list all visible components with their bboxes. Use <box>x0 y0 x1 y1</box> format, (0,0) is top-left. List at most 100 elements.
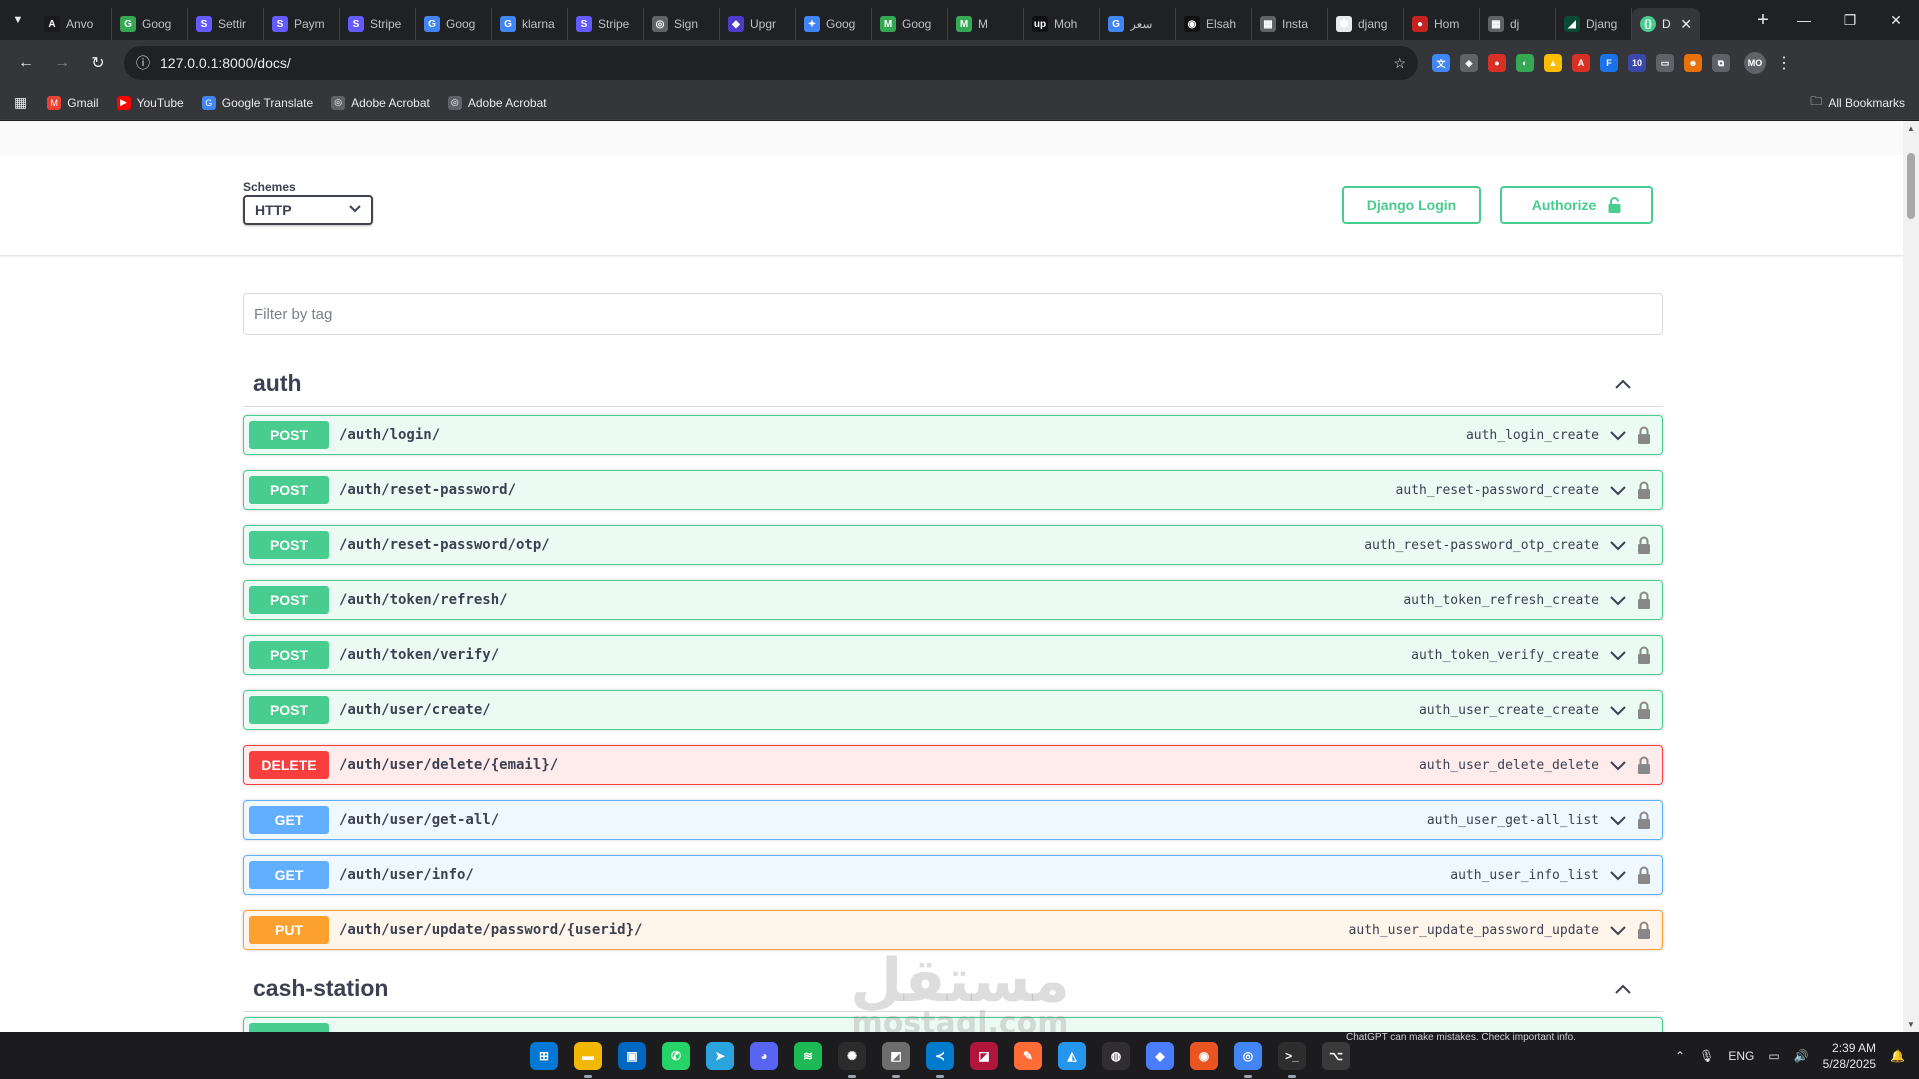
obs-icon[interactable]: ◍ <box>1102 1041 1130 1070</box>
filter-by-tag-input[interactable] <box>243 293 1663 335</box>
extension-icon[interactable]: ▲ <box>1544 54 1562 72</box>
ubuntu-icon[interactable]: ◉ <box>1190 1041 1218 1070</box>
scroll-down-arrow[interactable]: ▼ <box>1907 1020 1915 1029</box>
language-indicator[interactable]: ENG <box>1728 1049 1754 1063</box>
lock-icon[interactable] <box>1637 811 1651 829</box>
postman-icon[interactable]: ✎ <box>1014 1041 1042 1070</box>
chevron-up-icon[interactable] <box>1613 374 1633 394</box>
tag-section-header[interactable]: auth <box>243 361 1663 407</box>
browser-tab-active[interactable]: {} D ✕ <box>1632 8 1700 40</box>
chevron-down-icon[interactable] <box>1609 701 1627 719</box>
url-text[interactable]: 127.0.0.1:8000/docs/ <box>160 55 1383 71</box>
chevron-down-icon[interactable] <box>1609 426 1627 444</box>
git-client-icon[interactable]: ⌥ <box>1322 1041 1350 1070</box>
whatsapp-icon[interactable]: ✆ <box>662 1041 690 1070</box>
back-button[interactable]: ← <box>8 45 44 81</box>
microphone-icon[interactable]: 🎙 <box>1699 1049 1714 1063</box>
chevron-up-icon[interactable] <box>1613 979 1633 999</box>
browser-tab[interactable]: S Paym <box>264 8 340 40</box>
browser-tab[interactable]: ⬢ djang <box>1328 8 1404 40</box>
minimize-button[interactable]: — <box>1781 0 1827 40</box>
operation-row[interactable]: POST/auth/login/auth_login_create <box>243 415 1663 455</box>
tab-close-icon[interactable]: ✕ <box>1680 16 1692 33</box>
volume-icon[interactable]: 🔊 <box>1794 1049 1809 1063</box>
operation-row[interactable]: DELETE/auth/user/delete/{email}/ auth_use… <box>243 745 1663 785</box>
browser-tab[interactable]: A Anvo <box>36 8 112 40</box>
discord-icon[interactable]: ◕ <box>750 1041 778 1070</box>
browser-menu-button[interactable]: ⋮ <box>1766 45 1802 81</box>
chevron-down-icon[interactable] <box>1609 756 1627 774</box>
operation-row[interactable]: POST/auth/token/verify/auth_token_verify… <box>243 635 1663 675</box>
browser-tab[interactable]: ◆ Upgr <box>720 8 796 40</box>
lock-icon[interactable] <box>1637 701 1651 719</box>
all-bookmarks-folder[interactable]: 🗀 All Bookmarks <box>1810 92 1905 113</box>
extension-icon[interactable]: ◈ <box>1460 54 1478 72</box>
lock-icon[interactable] <box>1637 481 1651 499</box>
extension-icon[interactable]: ◐ <box>1516 54 1534 72</box>
vscode-icon[interactable]: ≺ <box>926 1041 954 1078</box>
extension-icon[interactable]: F <box>1600 54 1618 72</box>
django-login-button[interactable]: Django Login <box>1342 186 1481 224</box>
store-icon[interactable]: ▣ <box>618 1041 646 1070</box>
extension-icon[interactable]: ▭ <box>1656 54 1674 72</box>
lock-icon[interactable] <box>1637 426 1651 444</box>
operation-row[interactable]: POST/auth/reset-password/auth_reset-pass… <box>243 470 1663 510</box>
browser-tab[interactable]: G Goog <box>416 8 492 40</box>
spotify-icon[interactable]: ≋ <box>794 1041 822 1070</box>
chevron-down-icon[interactable] <box>1609 481 1627 499</box>
browser-tab[interactable]: G Goog <box>112 8 188 40</box>
chevron-down-icon[interactable] <box>1609 866 1627 884</box>
maximize-button[interactable]: ❐ <box>1827 0 1873 40</box>
browser-tab[interactable]: S Stripe <box>568 8 644 40</box>
bookmark-item[interactable]: ◎ Adobe Acrobat <box>331 95 430 110</box>
bookmark-star-icon[interactable]: ☆ <box>1393 55 1406 72</box>
terminal-icon[interactable]: >_ <box>1278 1041 1306 1078</box>
chatgpt-icon[interactable]: ✺ <box>838 1041 866 1078</box>
windows-start-icon[interactable]: ⊞ <box>530 1041 558 1070</box>
extension-icon[interactable]: 10 <box>1628 54 1646 72</box>
operation-row[interactable]: POST/auth/reset-password/otp/auth_reset-… <box>243 525 1663 565</box>
bookmark-item[interactable]: ▶ YouTube <box>116 95 184 110</box>
close-window-button[interactable]: ✕ <box>1873 0 1919 40</box>
chevron-down-icon[interactable] <box>1609 591 1627 609</box>
browser-tab[interactable]: ▦ Insta <box>1252 8 1328 40</box>
lock-icon[interactable] <box>1637 921 1651 939</box>
authorize-button[interactable]: Authorize <box>1500 186 1653 224</box>
pdf-app-icon[interactable]: ◩ <box>882 1041 910 1078</box>
browser-tab[interactable]: up Moh <box>1024 8 1100 40</box>
browser-tab[interactable]: M Goog <box>872 8 948 40</box>
browser-tab[interactable]: Gklarna <box>492 8 568 40</box>
lock-icon[interactable] <box>1637 536 1651 554</box>
schemes-select[interactable]: HTTP <box>243 195 373 225</box>
scroll-thumb[interactable] <box>1907 153 1915 219</box>
notes-icon[interactable]: ◆ <box>1146 1041 1174 1070</box>
browser-tab[interactable]: S Settir <box>188 8 264 40</box>
operation-row[interactable]: POST/auth/user/create/auth_user_create_c… <box>243 690 1663 730</box>
browser-tab[interactable]: ✦ Goog <box>796 8 872 40</box>
apps-grid-icon[interactable]: ▦ <box>14 94 27 111</box>
intellij-icon[interactable]: ◪ <box>970 1041 998 1070</box>
operation-row[interactable]: POST/auth/token/refresh/auth_token_refre… <box>243 580 1663 620</box>
page-scrollbar[interactable]: ▲ ▼ <box>1903 121 1919 1032</box>
tray-overflow-icon[interactable]: ⌃ <box>1675 1049 1685 1063</box>
extension-icon[interactable]: 文 <box>1432 54 1450 72</box>
reload-button[interactable]: ↻ <box>80 45 116 81</box>
profile-avatar[interactable]: MO <box>1744 52 1766 74</box>
operation-row[interactable]: GET/auth/user/get-all/auth_user_get-all_… <box>243 800 1663 840</box>
lock-icon[interactable] <box>1637 756 1651 774</box>
browser-tab[interactable]: ◎ Sign <box>644 8 720 40</box>
bookmark-item[interactable]: M Gmail <box>47 95 99 110</box>
chevron-down-icon[interactable] <box>1609 536 1627 554</box>
browser-tab[interactable]: ● Hom <box>1404 8 1480 40</box>
chevron-down-icon[interactable] <box>1609 921 1627 939</box>
lock-icon[interactable] <box>1637 646 1651 664</box>
browser-tab[interactable]: G سعر <box>1100 8 1176 40</box>
browser-tab[interactable]: ▦ dj <box>1480 8 1556 40</box>
operation-row[interactable]: GET/auth/user/info/auth_user_info_list <box>243 855 1663 895</box>
bookmark-item[interactable]: G Google Translate <box>201 95 313 110</box>
address-bar[interactable]: ⓘ 127.0.0.1:8000/docs/ ☆ <box>124 46 1418 80</box>
extension-icon[interactable]: ⧉ <box>1712 54 1730 72</box>
file-explorer-icon[interactable]: ▬ <box>574 1041 602 1078</box>
browser-tab[interactable]: ◉ Elsah <box>1176 8 1252 40</box>
bookmark-item[interactable]: ◎ Adobe Acrobat <box>447 95 547 110</box>
